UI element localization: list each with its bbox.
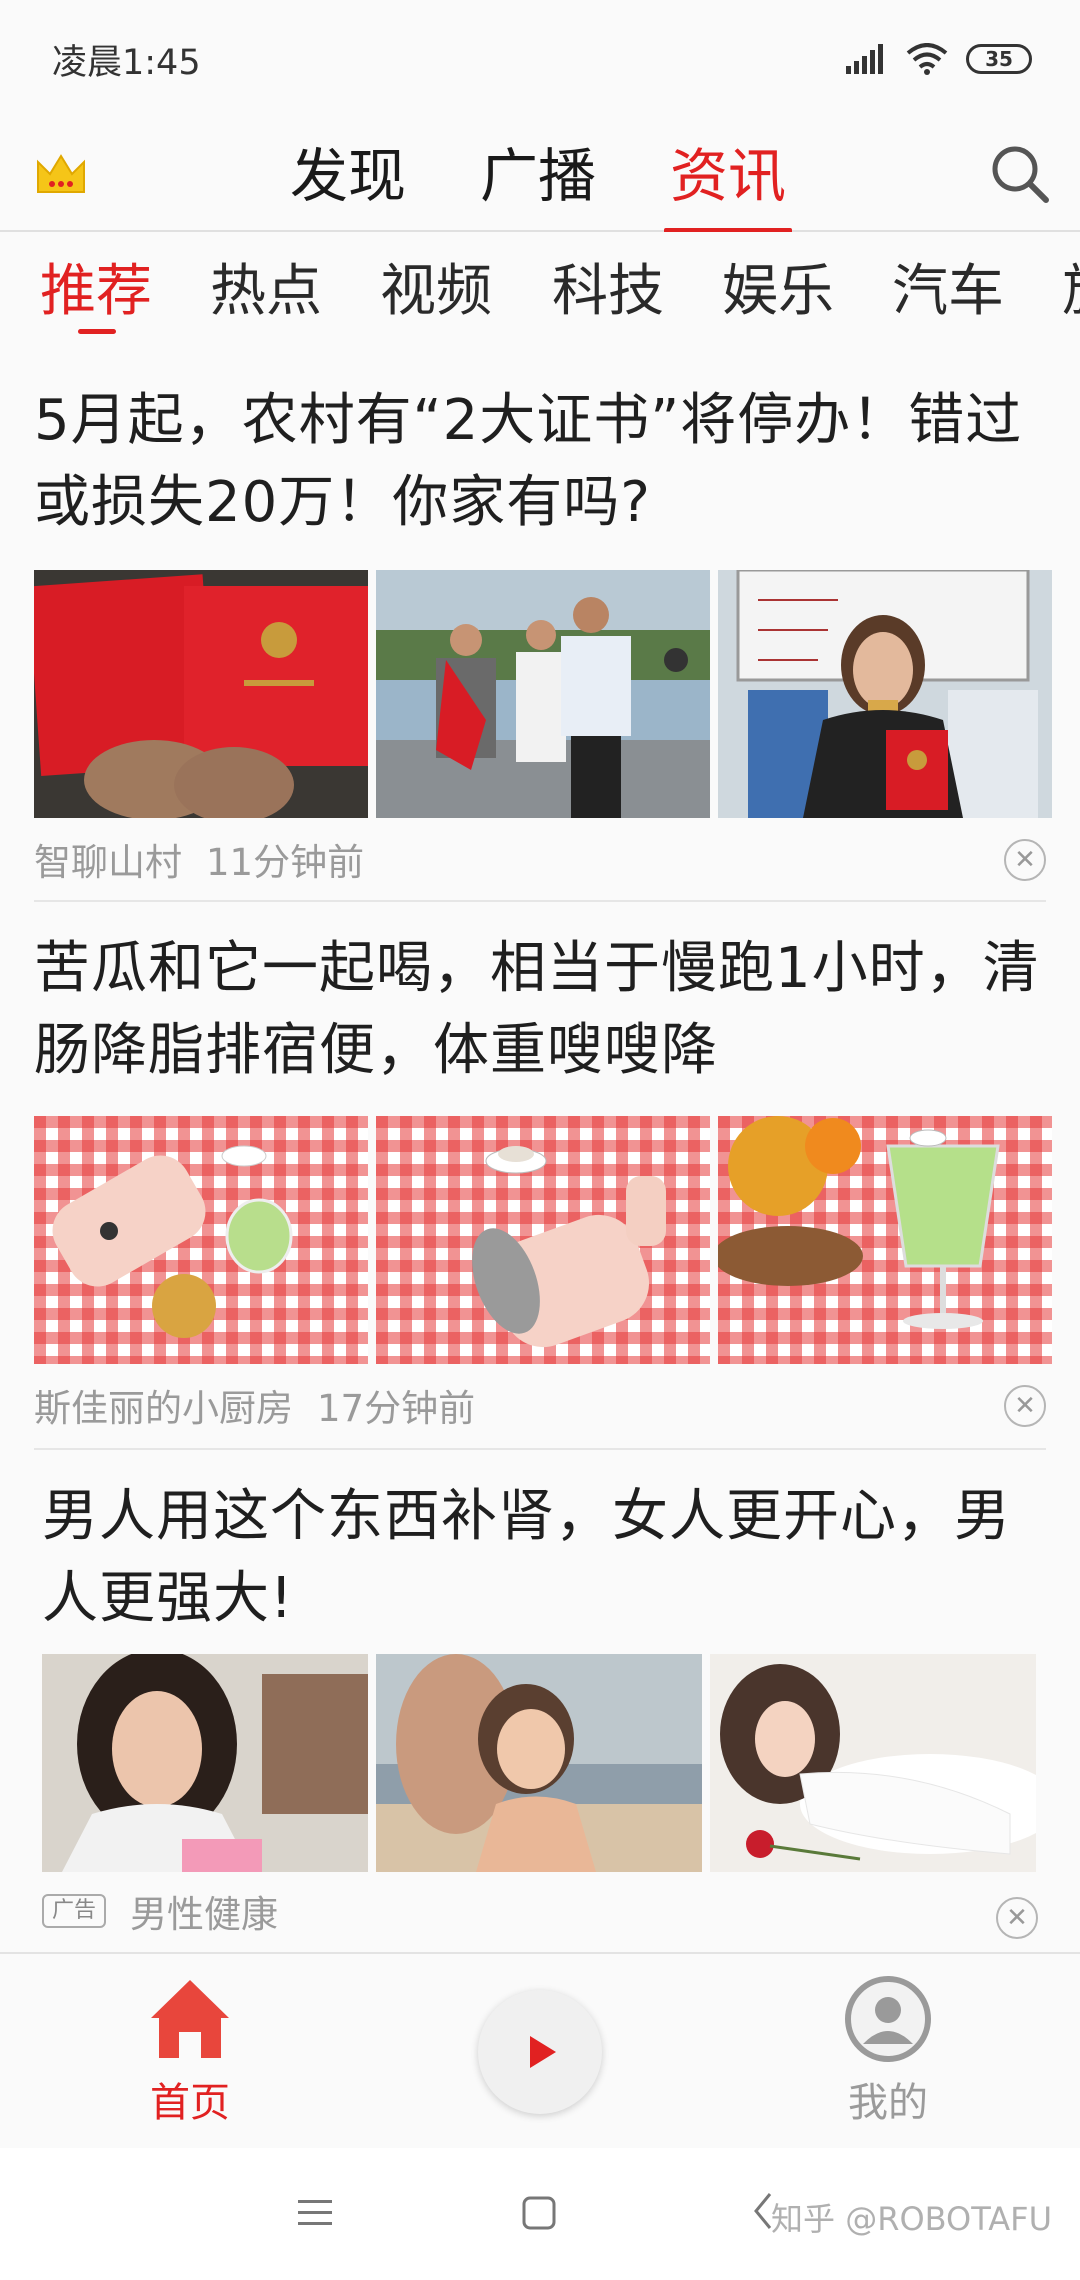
article-time: 17分钟前: [317, 1387, 476, 1430]
ad-image-beach-couple[interactable]: [376, 1654, 702, 1872]
app-root: 凌晨1:45 35 发现 广播 资讯 推荐 热点 视频 科技 娱乐 汽车 5月起…: [0, 0, 1080, 2280]
watermark: 知乎 @ROBOTAFU: [771, 2200, 1052, 2238]
search-icon[interactable]: [988, 142, 1052, 206]
article-image-juice-glass[interactable]: [718, 1116, 1052, 1364]
article-source[interactable]: 智聊山村: [34, 832, 182, 886]
nav-mine[interactable]: 我的: [838, 1974, 938, 2128]
category-recommended[interactable]: 推荐: [40, 258, 152, 334]
divider: [34, 900, 1046, 902]
category-tabs: 推荐 热点 视频 科技 娱乐 汽车 旅: [0, 232, 1080, 352]
home-icon: [151, 1980, 229, 2058]
ad-badge: 广告: [42, 1894, 107, 1928]
category-auto[interactable]: 汽车: [892, 258, 1004, 326]
battery-icon: 35: [966, 44, 1032, 74]
ad-image-woman-portrait[interactable]: [42, 1654, 368, 1872]
category-travel[interactable]: 旅: [1062, 258, 1080, 326]
category-entertainment[interactable]: 娱乐: [722, 258, 834, 326]
status-icons: 35: [846, 43, 1032, 75]
ad-images: [42, 1654, 1036, 1872]
ad-image-woman-lying[interactable]: [710, 1654, 1036, 1872]
nav-home[interactable]: 首页: [140, 1974, 240, 2128]
system-nav-bar: 知乎 @ROBOTAFU: [0, 2148, 1080, 2280]
ad-meta: 广告 男性健康: [42, 1884, 278, 1938]
bottom-nav: 首页 我的: [0, 1952, 1080, 2148]
tab-discover[interactable]: 发现: [290, 136, 406, 232]
article-image-woman-certificate[interactable]: [718, 570, 1052, 818]
menu-icon[interactable]: [298, 2198, 332, 2228]
article-image-red-certificate[interactable]: [34, 570, 368, 818]
tab-radio[interactable]: 广播: [480, 136, 596, 232]
article-image-juicer[interactable]: [34, 1116, 368, 1364]
article-image-juicer-cup[interactable]: [376, 1116, 710, 1364]
signal-icon: [846, 44, 883, 74]
tab-news[interactable]: 资讯: [663, 136, 793, 234]
nav-mine-label: 我的: [848, 2080, 928, 2126]
category-video[interactable]: 视频: [380, 258, 492, 326]
article-meta: 斯佳丽的小厨房 17分钟前: [34, 1378, 475, 1432]
article-image-award-ceremony[interactable]: [376, 570, 710, 818]
category-tech[interactable]: 科技: [552, 258, 664, 326]
article-time: 11分钟前: [206, 841, 365, 884]
article-title[interactable]: 5月起，农村有“2大证书”将停办！错过或损失20万！你家有吗?: [34, 380, 1046, 544]
article-meta: 智聊山村 11分钟前: [34, 832, 364, 886]
status-bar: 凌晨1:45 35: [0, 0, 1080, 118]
top-nav: 发现 广播 资讯: [0, 118, 1080, 234]
home-square-icon[interactable]: [522, 2196, 556, 2230]
article-images: [34, 1116, 1052, 1364]
article-images: [34, 570, 1052, 818]
article-title[interactable]: 苦瓜和它一起喝，相当于慢跑1小时，清肠降脂排宿便，体重嗖嗖降: [34, 928, 1046, 1092]
ad-title[interactable]: 男人用这个东西补肾，女人更开心，男人更强大!: [42, 1476, 1046, 1640]
battery-level: 35: [985, 47, 1013, 71]
article-card-1[interactable]: 5月起，农村有“2大证书”将停办！错过或损失20万！你家有吗? 智聊山村 11分…: [0, 380, 1080, 900]
divider: [34, 1448, 1046, 1450]
status-time: 凌晨1:45: [52, 42, 201, 83]
dismiss-close-icon[interactable]: ✕: [1004, 1385, 1046, 1427]
article-card-2[interactable]: 苦瓜和它一起喝，相当于慢跑1小时，清肠降脂排宿便，体重嗖嗖降 斯佳丽的小厨房 1…: [0, 928, 1080, 1448]
ad-source[interactable]: 男性健康: [130, 1884, 278, 1938]
dismiss-close-icon[interactable]: ✕: [996, 1897, 1038, 1939]
crown-icon[interactable]: [34, 148, 88, 202]
article-source[interactable]: 斯佳丽的小厨房: [34, 1378, 293, 1432]
ad-card[interactable]: 男人用这个东西补肾，女人更开心，男人更强大! 广告 男性健康 ✕: [0, 1476, 1080, 1952]
dismiss-close-icon[interactable]: ✕: [1004, 839, 1046, 881]
wifi-icon: [906, 43, 948, 75]
play-button[interactable]: [478, 1990, 602, 2114]
nav-home-label: 首页: [150, 2080, 230, 2126]
play-icon: [530, 2036, 556, 2068]
category-hot[interactable]: 热点: [210, 258, 322, 326]
user-avatar-icon: [845, 1976, 931, 2062]
